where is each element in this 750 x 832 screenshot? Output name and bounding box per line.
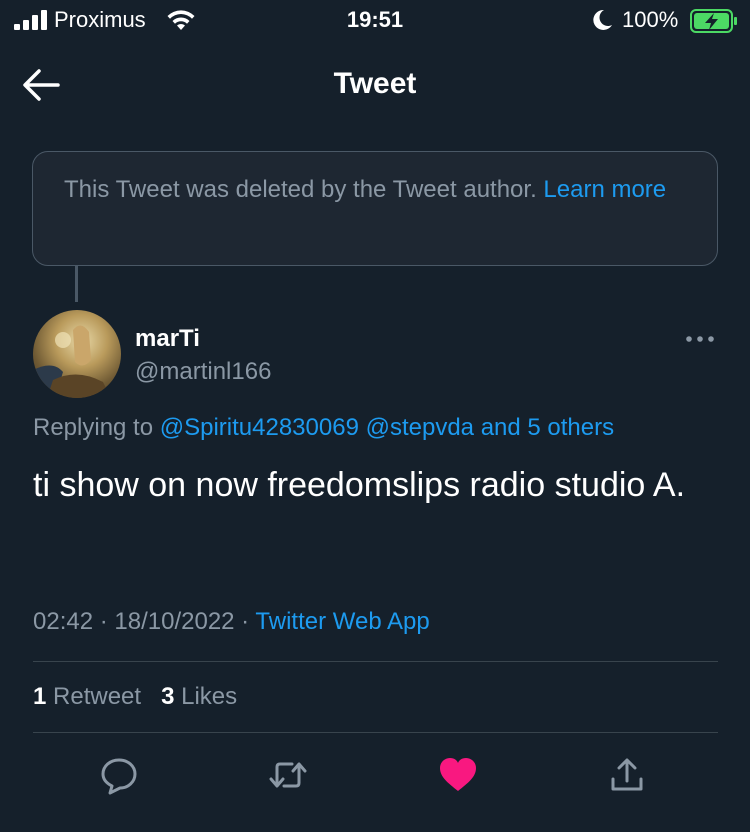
tweet-text: ti show on now freedomslips radio studio… xyxy=(33,466,686,504)
battery-percentage: 100% xyxy=(622,7,679,32)
likes-label: Likes xyxy=(181,683,238,710)
divider xyxy=(33,732,718,733)
avatar[interactable] xyxy=(33,310,121,398)
deleted-notice-text: This Tweet was deleted by the Tweet auth… xyxy=(64,176,544,203)
tweet-date: 18/10/2022 xyxy=(114,608,235,635)
replying-to: Replying to @Spiritu42830069 @stepvda an… xyxy=(33,414,614,442)
replying-to-label: Replying to xyxy=(33,414,160,441)
more-dots-icon[interactable] xyxy=(684,332,716,346)
retweet-count: 1 xyxy=(33,683,47,710)
likes-count: 3 xyxy=(161,683,175,710)
battery-charging-icon xyxy=(690,9,737,33)
tweet-source-link[interactable]: Twitter Web App xyxy=(255,608,429,635)
retweet-icon[interactable] xyxy=(268,755,308,795)
deleted-tweet-notice: This Tweet was deleted by the Tweet auth… xyxy=(32,151,718,266)
page-title: Tweet xyxy=(333,67,417,100)
author-display-name[interactable]: marTi xyxy=(135,325,200,353)
engagement-stats: 1 Retweet 3 Likes xyxy=(33,683,237,711)
avatar-image xyxy=(33,325,111,398)
author-handle[interactable]: @martinl166 xyxy=(135,358,271,386)
divider xyxy=(33,661,718,662)
status-bar: Proximus 19:51 100% xyxy=(0,0,750,40)
others-link[interactable]: and 5 others xyxy=(481,414,614,441)
likes-count-link[interactable]: 3 Likes xyxy=(161,683,237,710)
retweet-label: Retweet xyxy=(53,683,142,710)
tweet-meta: 02:42 · 18/10/2022 · Twitter Web App xyxy=(33,608,430,635)
reply-icon[interactable] xyxy=(99,755,139,795)
tweet-time: 02:42 xyxy=(33,608,94,635)
moon-icon xyxy=(593,9,612,30)
share-icon[interactable] xyxy=(607,755,647,795)
mention-link[interactable]: @Spiritu42830069 xyxy=(160,414,359,441)
heart-icon[interactable] xyxy=(438,755,478,795)
retweet-count-link[interactable]: 1 Retweet xyxy=(33,683,141,710)
learn-more-link[interactable]: Learn more xyxy=(543,176,666,203)
thread-connector-line xyxy=(75,266,78,302)
mention-link[interactable]: @stepvda xyxy=(366,414,474,441)
